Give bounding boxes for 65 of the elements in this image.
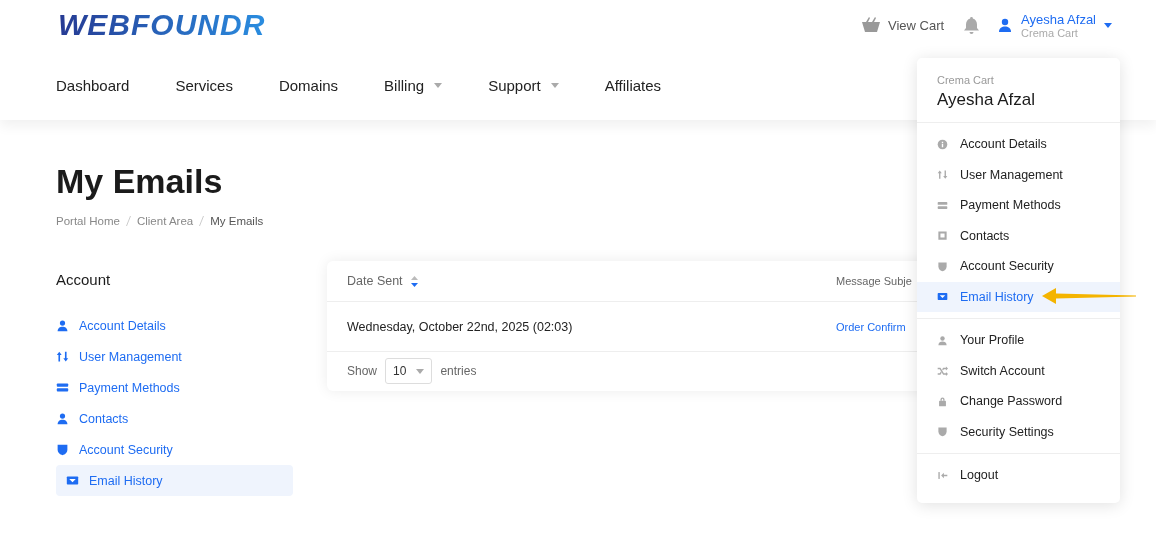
breadcrumb-link[interactable]: Client Area [136,215,194,227]
sidebar-item[interactable]: Contacts [56,403,293,434]
company-name: Crema Cart [937,74,995,86]
user-name: Ayesha Afzal [937,90,1036,110]
person-icon [937,334,948,346]
bell-icon[interactable] [964,16,980,34]
person-icon [56,319,69,332]
sidebar-item[interactable]: User Management [56,341,293,372]
menu-item[interactable]: Account Security [917,251,1120,282]
menu-item[interactable]: Account Details [917,129,1120,160]
menu-item[interactable]: Email History [917,281,1120,312]
caret-icon [1104,22,1112,28]
envelope-icon [937,291,948,303]
page-size-select[interactable]: 10 [385,358,433,384]
card-icon [937,199,948,211]
nav-link[interactable]: Domains [278,76,339,94]
menu-item[interactable]: Switch Account [917,355,1120,386]
caret-icon [434,82,443,88]
nav-link[interactable]: Services [175,76,233,94]
nav-link[interactable]: Affiliates [604,76,662,94]
sidebar-item[interactable]: Payment Methods [56,372,293,403]
column-header[interactable]: Date Sent [347,274,836,288]
up-down-arrows-icon [937,169,948,181]
sidebar-item[interactable]: Email History [56,465,293,496]
caret-icon [550,82,559,88]
breadcrumb-current: My Emails [210,215,264,227]
sidebar-item[interactable]: Account Security [56,434,293,465]
info-icon [937,138,948,150]
sidebar-item[interactable]: Account Details [56,310,293,341]
breadcrumb-link[interactable]: Portal Home [56,215,120,227]
nav-link[interactable]: Billing [384,76,443,94]
menu-item[interactable]: Your Profile [917,325,1120,356]
user-menu[interactable]: Ayesha Afzal Crema Cart [997,11,1112,39]
menu-item[interactable]: Logout [917,460,1120,491]
envelope-icon [66,474,79,487]
menu-item[interactable]: Contacts [917,220,1120,251]
menu-item[interactable]: Security Settings [917,416,1120,447]
message-link[interactable]: Order Confirm [836,320,906,333]
page-title: My Emails [56,162,223,201]
basket-icon [861,17,880,33]
slash-separator [199,216,205,226]
slash-separator [125,216,131,226]
shuffle-icon [937,365,948,377]
person-icon [56,412,69,425]
nav-link[interactable]: Dashboard [56,76,130,94]
person-icon [997,17,1014,33]
view-cart-link[interactable]: View Cart [861,17,945,33]
show-label: Show [347,364,378,378]
shield-icon [56,443,69,456]
menu-item[interactable]: Payment Methods [917,190,1120,221]
menu-item[interactable]: User Management [917,159,1120,190]
entries-label: entries [440,364,477,378]
menu-item[interactable]: Change Password [917,386,1120,417]
shield-icon [937,260,948,272]
up-down-arrows-icon [56,350,69,363]
column-header[interactable]: Message Subje [836,275,912,287]
logout-icon [937,469,948,481]
lock-icon [937,395,948,407]
caret-icon [416,368,425,374]
nav-link[interactable]: Support [488,76,559,94]
table-cell-text: Wednesday, October 22nd, 2025 (02:03) [347,319,574,334]
sort-icon [410,275,418,287]
card-icon [56,381,69,394]
sidebar-heading: Account [56,271,112,288]
shield-icon [937,426,948,438]
